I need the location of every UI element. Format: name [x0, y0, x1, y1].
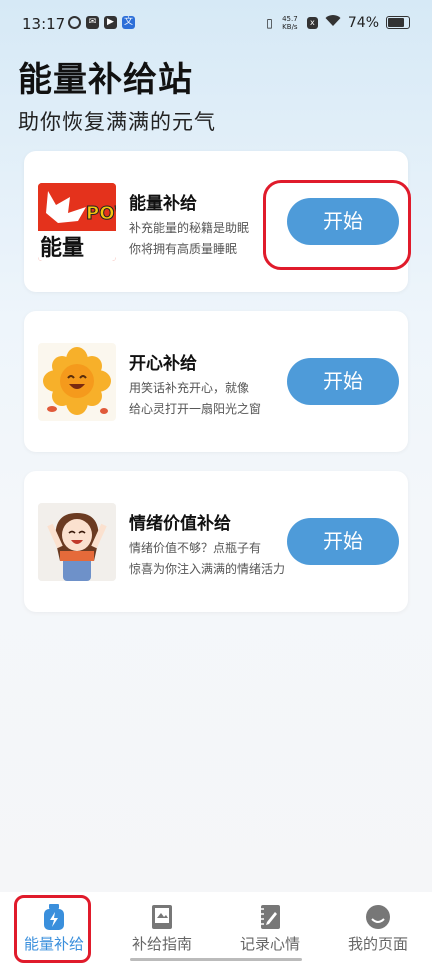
card-desc-line: 情绪价值不够？点瓶子有 — [129, 541, 262, 555]
card-desc-line: 给心灵打开一扇阳光之窗 — [129, 402, 262, 416]
tab-label: 补给指南 — [131, 935, 192, 953]
card-desc-line: 惊喜为你注入满满的情绪活力 — [129, 562, 286, 576]
tab-mood[interactable]: 记录心情 — [216, 892, 324, 964]
profile-face-icon — [366, 905, 390, 929]
wifi-icon — [325, 14, 341, 31]
start-button-emotion[interactable]: 开始 — [287, 518, 399, 565]
tab-profile[interactable]: 我的页面 — [324, 892, 432, 964]
energy-thumb-text: 能量 — [40, 235, 84, 261]
start-button-happy[interactable]: 开始 — [287, 358, 399, 405]
tab-label: 记录心情 — [239, 935, 300, 953]
card-happy[interactable]: 开心补给 用笑话补充开心，就像 给心灵打开一扇阳光之窗 开始 — [24, 311, 408, 452]
sunflower-thumbnail — [38, 343, 116, 421]
energy-thumbnail: POW 能量 — [38, 183, 116, 261]
card-title: 开心补给 — [129, 354, 197, 374]
card-title: 情绪价值补给 — [129, 514, 231, 534]
card-title: 能量补给 — [129, 194, 197, 214]
girl-thumbnail — [38, 503, 116, 581]
battery-icon — [386, 16, 410, 29]
sim-icon: x — [306, 16, 318, 29]
notebook-pen-icon — [260, 905, 280, 929]
page-subtitle: 助你恢复满满的元气 — [18, 110, 216, 134]
card-emotion[interactable]: 情绪价值补给 情绪价值不够？点瓶子有 惊喜为你注入满满的情绪活力 开始 — [24, 471, 408, 612]
status-time: 13:17 — [22, 15, 66, 33]
home-indicator — [130, 958, 302, 961]
network-speed-value: 45.7 — [282, 14, 298, 23]
notification-app-icon — [68, 16, 81, 29]
vibrate-icon: ▯ — [266, 15, 273, 30]
card-description: 用笑话补充开心，就像 给心灵打开一扇阳光之窗 — [129, 378, 289, 420]
play-icon: ▶ — [104, 16, 117, 29]
network-speed: 45.7 KB/s — [280, 15, 300, 31]
book-icon — [152, 905, 172, 929]
start-button-highlight — [263, 180, 411, 270]
tab-label: 我的页面 — [347, 935, 408, 953]
battery-percent: 74% — [347, 14, 379, 31]
card-description: 情绪价值不够？点瓶子有 惊喜为你注入满满的情绪活力 — [129, 538, 309, 580]
tab-highlight — [14, 895, 91, 963]
status-right: ▯ 45.7 KB/s x 74% — [266, 14, 410, 31]
status-bar: 13:17 ✉ ▶ 文 ▯ 45.7 KB/s x 74% — [0, 0, 432, 52]
pow-text: POW — [86, 203, 116, 224]
card-desc-line: 用笑话补充开心，就像 — [129, 381, 250, 395]
tab-guide[interactable]: 补给指南 — [108, 892, 216, 964]
page-title: 能量补给站 — [18, 60, 193, 100]
network-speed-unit: KB/s — [282, 22, 298, 31]
mail-icon: ✉ — [86, 16, 99, 29]
notification-icons: ✉ ▶ 文 — [68, 16, 135, 29]
app-notification-icon: 文 — [122, 16, 135, 29]
